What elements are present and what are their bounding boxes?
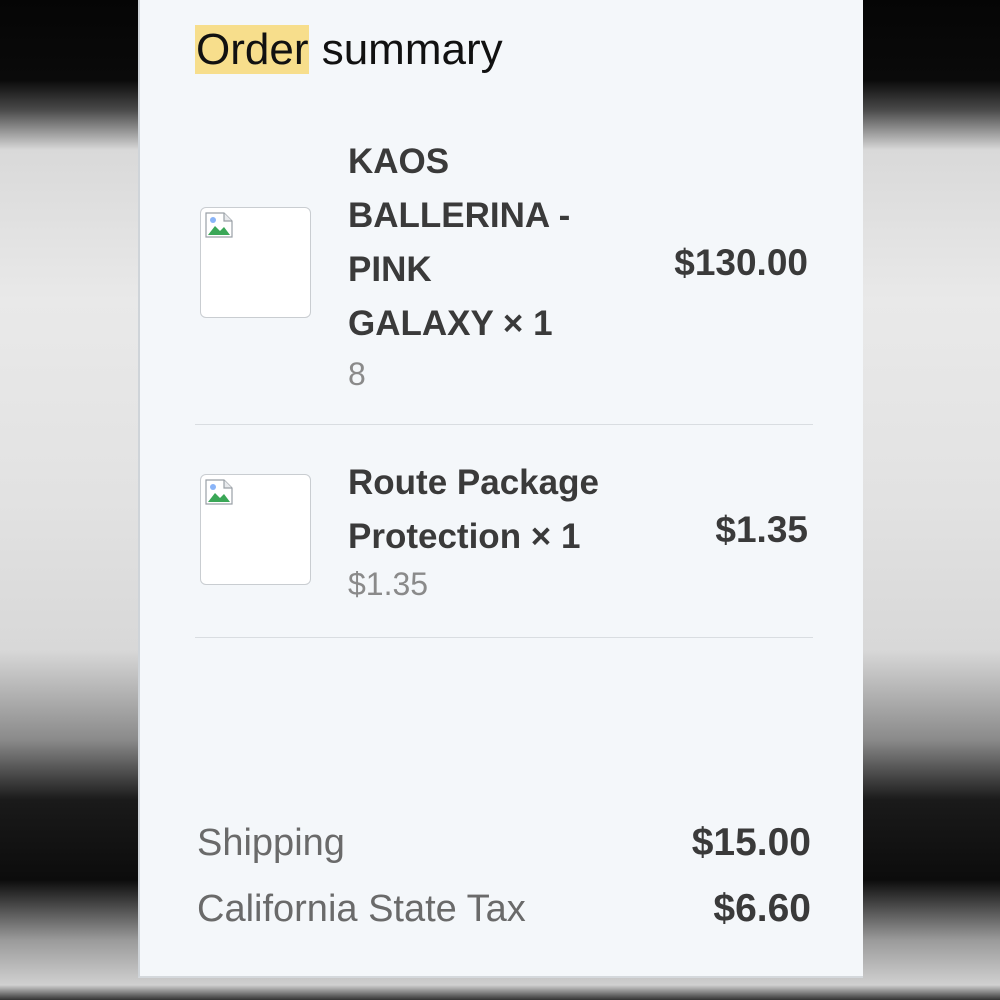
product-name-line: Protection × 1 [348, 517, 581, 556]
product-variant: 8 [348, 356, 366, 392]
product-thumbnail[interactable] [200, 474, 311, 585]
product-unit-price: $1.35 [348, 566, 429, 602]
product-name-line: BALLERINA - [348, 196, 571, 235]
product-name: KAOS BALLERINA - PINK GALAXY × 1 [348, 135, 570, 351]
tax-label: California State Tax [197, 888, 526, 930]
item-divider [195, 637, 813, 638]
product-name-line: PINK [348, 250, 432, 289]
order-summary-heading: Order summary [195, 22, 503, 78]
tax-row: California State Tax $6.60 [195, 884, 811, 934]
shipping-value: $15.00 [691, 821, 811, 864]
product-price: $1.35 [715, 509, 808, 550]
tax-value: $6.60 [713, 887, 811, 930]
highlighted-word: Order [195, 25, 310, 74]
product-name-line: KAOS [348, 142, 450, 181]
product-name-line: Route Package [348, 463, 599, 502]
product-thumbnail[interactable] [200, 207, 311, 318]
heading-text: summary [309, 25, 503, 74]
product-price: $130.00 [674, 242, 808, 283]
line-item: Route Package Protection × 1 $1.35 $1.35 [195, 458, 813, 608]
line-item: KAOS BALLERINA - PINK GALAXY × 1 8 $130.… [195, 138, 813, 398]
item-divider [195, 424, 813, 425]
broken-image-icon [205, 479, 233, 505]
product-name: Route Package Protection × 1 [348, 456, 599, 564]
product-name-line: GALAXY × 1 [348, 304, 553, 343]
broken-image-icon [205, 212, 233, 238]
order-summary-panel: Order summary KAOS BALLERINA - PINK GALA… [138, 0, 863, 978]
shipping-row: Shipping $15.00 [195, 818, 811, 868]
shipping-label: Shipping [197, 822, 345, 864]
